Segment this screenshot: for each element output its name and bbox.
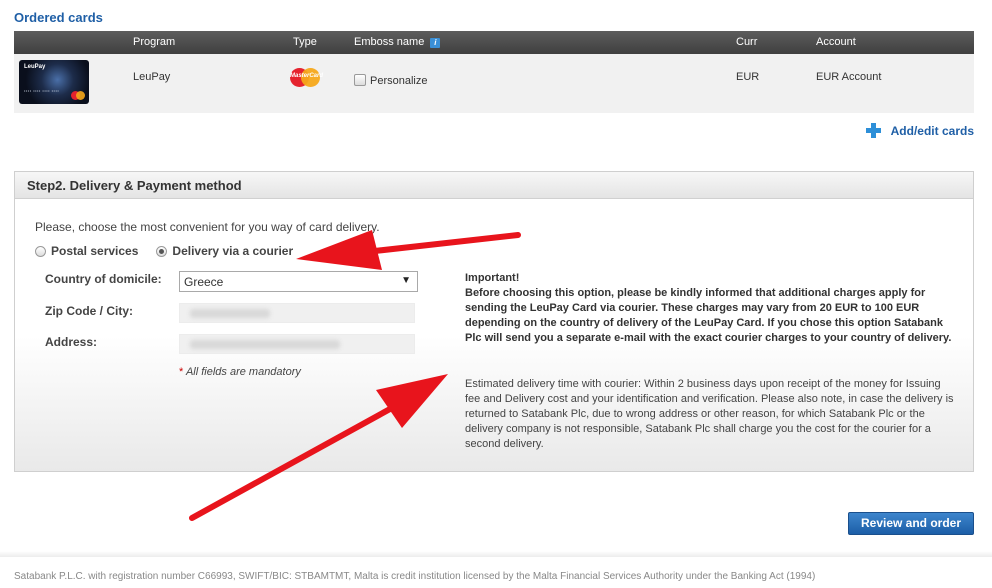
currency-value: EUR — [736, 71, 760, 83]
dropdown-arrow-icon: ▼ — [401, 275, 411, 286]
card-image: LeuPay •••• •••• •••• •••• — [19, 60, 89, 104]
column-account: Account — [816, 36, 856, 48]
mastercard-logo-text: MasterCard — [290, 73, 324, 79]
address-label: Address: — [45, 335, 98, 349]
country-select[interactable]: Greece ▼ — [179, 271, 418, 292]
delivery-step-panel: Step2. Delivery & Payment method Please,… — [14, 171, 974, 472]
courier-label: Delivery via a courier — [172, 244, 294, 258]
country-value: Greece — [184, 275, 224, 289]
footer-legal-text: Satabank P.L.C. with registration number… — [14, 571, 816, 582]
personalize-option[interactable]: Personalize — [354, 74, 427, 87]
country-label: Country of domicile: — [45, 272, 162, 286]
column-emboss-name-label: Emboss name — [354, 36, 425, 48]
mandatory-note: * All fields are mandatory — [179, 366, 301, 378]
ordered-cards-table: Program Type Emboss name i Curr Account L… — [14, 31, 974, 113]
important-notice: Important! Before choosing this option, … — [465, 272, 952, 344]
mastercard-mini-icon — [71, 91, 85, 100]
footer-divider — [0, 551, 992, 557]
option-courier[interactable]: Delivery via a courier — [156, 244, 293, 258]
add-edit-cards-link[interactable]: Add/edit cards — [865, 123, 974, 138]
add-edit-cards-label: Add/edit cards — [890, 123, 974, 138]
option-postal-services[interactable]: Postal services — [35, 244, 138, 258]
cards-table-header: Program Type Emboss name i Curr Account — [14, 31, 974, 54]
column-emboss-name: Emboss name i — [354, 36, 441, 48]
info-icon[interactable]: i — [430, 38, 441, 48]
zip-city-input[interactable] — [179, 303, 415, 323]
column-curr: Curr — [736, 36, 758, 48]
personalize-label: Personalize — [370, 75, 428, 87]
mastercard-logo-icon: MasterCard — [290, 68, 324, 87]
step-title: Step2. Delivery & Payment method — [15, 172, 973, 199]
mandatory-star: * — [179, 366, 184, 378]
table-row: LeuPay •••• •••• •••• •••• LeuPay Master… — [14, 54, 974, 113]
ordered-cards-title: Ordered cards — [14, 10, 103, 25]
card-brand-text: LeuPay — [24, 64, 46, 70]
plus-icon — [865, 123, 881, 138]
personalize-checkbox[interactable] — [354, 74, 366, 86]
delivery-intro: Please, choose the most convenient for y… — [35, 220, 380, 234]
courier-radio[interactable] — [156, 245, 168, 257]
postal-label: Postal services — [51, 244, 139, 258]
delivery-estimate-notice: Estimated delivery time with courier: Wi… — [465, 378, 954, 450]
card-number-decoration: •••• •••• •••• •••• — [24, 88, 60, 93]
review-and-order-button[interactable]: Review and order — [848, 512, 974, 535]
column-type: Type — [293, 36, 317, 48]
account-value: EUR Account — [816, 71, 882, 83]
program-value: LeuPay — [133, 71, 171, 83]
postal-radio[interactable] — [35, 245, 46, 257]
zip-label: Zip Code / City: — [45, 304, 133, 318]
address-input[interactable] — [179, 334, 415, 354]
column-program: Program — [133, 36, 176, 48]
delivery-options: Postal services Delivery via a courier — [35, 244, 311, 258]
mandatory-text: All fields are mandatory — [185, 366, 301, 378]
